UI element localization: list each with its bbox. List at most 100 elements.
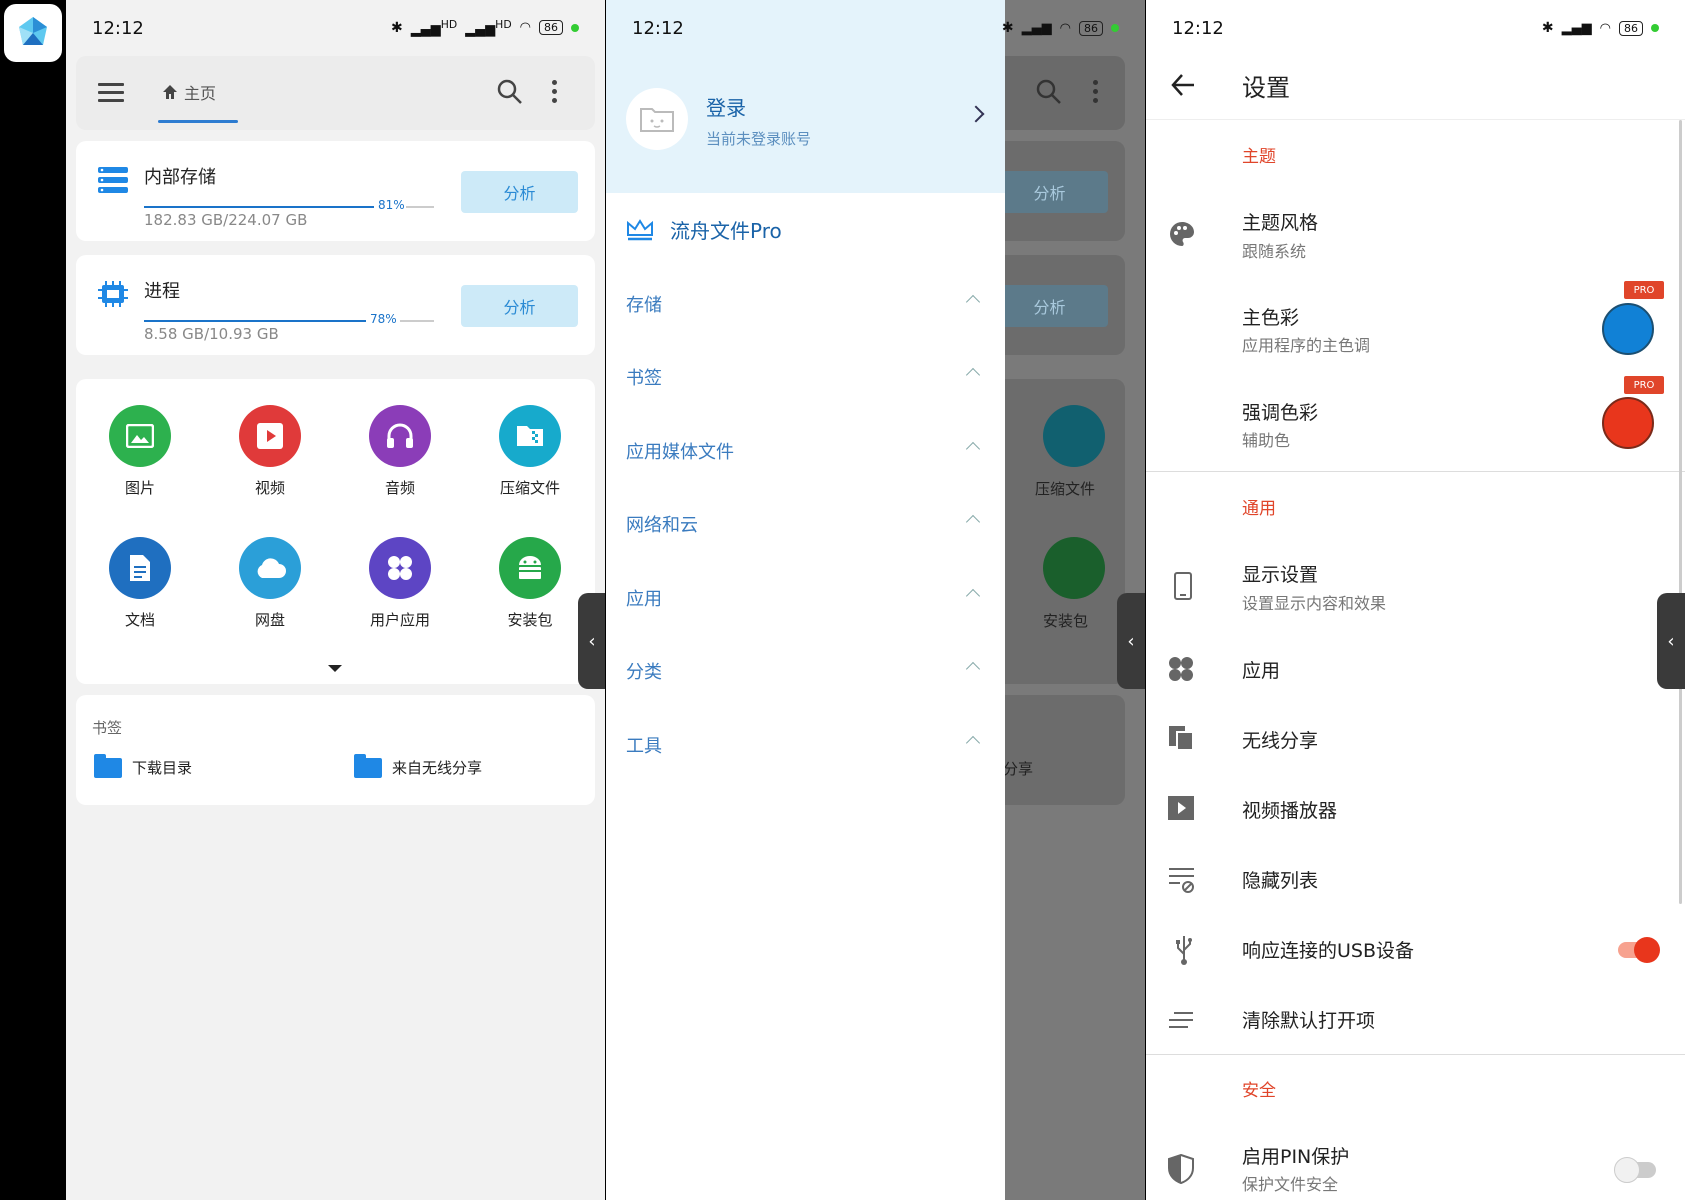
settings-screen: 12:12 ✱ ▂▄▆ ◠ 86 设置 主题 主题风格 跟随系统 主色彩 应用程… [1146,0,1685,1200]
login-header[interactable]: 12:12 ✱ ▂▄▆ ◠ 86 登录 当前未登录账号 [606,0,1119,193]
drawer-section-categories[interactable]: 分类 [626,658,986,684]
avatar [626,88,688,150]
battery-icon: 86 [1079,20,1103,36]
headphones-icon [369,405,431,467]
pro-upgrade-item[interactable]: 流舟文件Pro [626,215,782,244]
category-documents[interactable]: 文档 [90,537,190,630]
hidden-list-icon [1169,868,1194,893]
side-panel-handle[interactable]: ‹ [1657,593,1685,689]
bookmark-item-wireless-share[interactable]: 来自无线分享 [354,753,482,778]
bluetooth-icon: ✱ [390,19,403,36]
video-player-row[interactable]: 视频播放器 [1242,796,1337,823]
hidden-list-row[interactable]: 隐藏列表 [1242,866,1318,893]
bluetooth-icon: ✱ [1001,20,1014,36]
signal-icon: ▂▄▆ [1021,20,1052,36]
wifi-icon: ◠ [519,20,531,36]
category-video[interactable]: 视频 [220,405,320,498]
more-options-icon-dimmed [1093,80,1098,107]
status-time: 12:12 [92,17,144,39]
scrollbar[interactable] [1679,120,1682,904]
group-title-security: 安全 [1242,1081,1276,1101]
clear-defaults-row[interactable]: 清除默认打开项 [1242,1006,1375,1033]
drawer-section-storage[interactable]: 存储 [626,291,986,317]
process-usage: 8.58 GB/10.93 GB [144,325,279,343]
wireless-share-icon [1169,726,1194,751]
search-icon[interactable] [496,78,524,106]
document-icon [109,537,171,599]
cloud-icon [239,537,301,599]
category-audio[interactable]: 音频 [350,405,450,498]
bluetooth-icon: ✱ [1541,20,1554,36]
analyze-process-button[interactable]: 分析 [461,285,578,327]
archive-icon-dimmed [1043,405,1105,467]
side-panel-handle[interactable]: ‹ [578,593,605,689]
process-percent: 78% [370,312,397,326]
top-app-bar: 主页 [76,56,595,130]
divider [1146,1054,1685,1055]
chip-icon [98,281,128,307]
home-screen: 12:12 ✱ ▂▄▆HD ▂▄▆HD ◠ 86 主页 内部存储 81% 182… [66,0,605,1200]
storage-title: 内部存储 [144,167,216,188]
expand-categories-icon[interactable] [328,665,342,672]
clear-defaults-icon [1169,1012,1193,1028]
pin-toggle[interactable] [1614,1157,1656,1183]
signal-icon-2: ▂▄▆HD [465,18,512,38]
shield-icon [1168,1154,1194,1184]
apps-icon [369,537,431,599]
category-apk[interactable]: 安装包 [480,537,580,630]
folder-icon [94,753,122,778]
chevron-up-icon [965,441,981,457]
battery-icon: 86 [1619,20,1643,36]
side-panel-handle[interactable]: ‹ [1117,593,1145,689]
battery-icon: 86 [539,20,563,36]
drawer-section-network[interactable]: 网络和云 [626,511,986,537]
home-icon [163,85,177,99]
drawer-section-apps[interactable]: 应用 [626,585,986,611]
group-title-general: 通用 [1242,499,1276,519]
category-images[interactable]: 图片 [90,405,190,498]
accent-color-swatch[interactable] [1602,397,1654,449]
category-user-apps[interactable]: 用户应用 [350,537,450,630]
usb-icon [1176,936,1192,965]
navigation-drawer: 12:12 ✱ ▂▄▆ ◠ 86 登录 当前未登录账号 流舟文件Pro 存储 书… [606,0,1119,1200]
breadcrumb[interactable]: 主页 [162,80,216,104]
archive-label-dimmed: 压缩文件 [1035,480,1096,498]
settings-header: 设置 [1146,56,1685,120]
primary-color-swatch[interactable] [1602,303,1654,355]
app-logo [4,4,62,62]
app-logo-icon [19,17,47,45]
menu-icon[interactable] [98,83,124,102]
login-subtitle: 当前未登录账号 [706,130,812,148]
category-archive[interactable]: 压缩文件 [480,405,580,498]
apps-row[interactable]: 应用 [1242,656,1280,683]
process-card[interactable]: 进程 78% 8.58 GB/10.93 GB 分析 [76,255,595,355]
scrim-overlay[interactable]: 分析 分析 压缩文件 安装包 分享 ‹ [991,0,1145,1200]
chevron-up-icon [965,588,981,604]
video-icon [239,405,301,467]
analyze-storage-button[interactable]: 分析 [461,171,578,213]
page-title: 设置 [1242,74,1290,102]
search-icon-dimmed [1036,79,1061,104]
internal-storage-card[interactable]: 内部存储 81% 182.83 GB/224.07 GB 分析 [76,141,595,241]
chevron-up-icon [965,294,981,310]
privacy-dot [571,23,579,32]
bookmark-item-downloads[interactable]: 下载目录 [94,753,192,778]
drawer-section-bookmarks[interactable]: 书签 [626,364,986,390]
storage-icon [98,167,128,193]
privacy-dot [1111,24,1119,32]
status-time: 12:12 [632,17,684,39]
drawer-section-app-media[interactable]: 应用媒体文件 [626,438,986,464]
drawer-section-tools[interactable]: 工具 [626,732,986,758]
usb-toggle[interactable] [1618,937,1660,963]
analyze-button-dimmed-2: 分析 [991,285,1108,327]
chevron-up-icon [965,735,981,751]
category-cloud[interactable]: 网盘 [220,537,320,630]
pro-badge: PRO [1624,376,1664,394]
chevron-up-icon [965,661,981,677]
back-arrow-icon[interactable] [1170,72,1196,98]
wireless-share-row[interactable]: 无线分享 [1242,726,1318,753]
analyze-button-dimmed: 分析 [991,171,1108,213]
divider [1146,471,1685,472]
more-options-icon[interactable] [552,80,557,107]
storage-usage: 182.83 GB/224.07 GB [144,211,308,229]
